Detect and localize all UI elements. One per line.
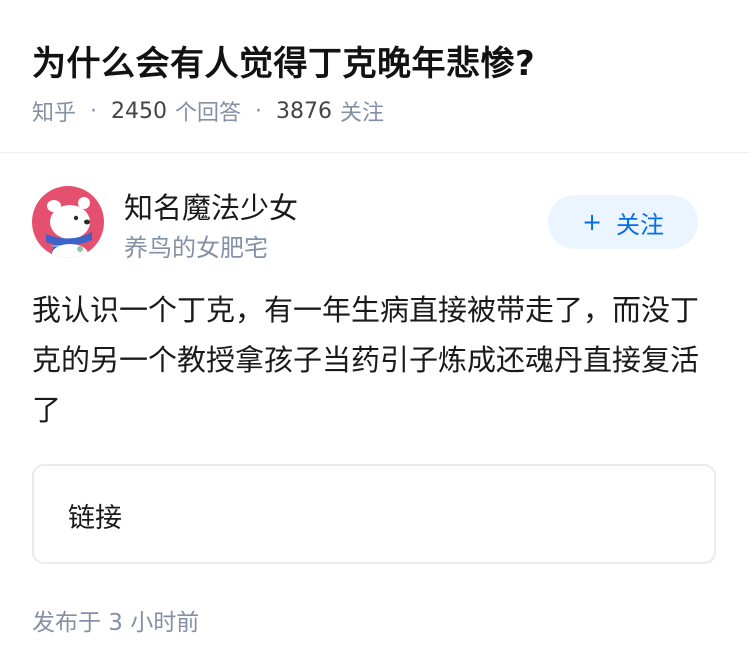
- answer-count-label[interactable]: 个回答: [175, 95, 241, 127]
- answer-text: 我认识一个丁克，有一年生病直接被带走了，而没丁克的另一个教授拿孩子当药引子炼成还…: [32, 293, 700, 427]
- cartoon-bear-avatar-icon: [32, 186, 104, 258]
- follow-count-label[interactable]: 关注: [340, 95, 384, 127]
- author-row: 知名魔法少女 养鸟的女肥宅 + 关注: [0, 152, 750, 272]
- separator-dot: ·: [255, 98, 263, 124]
- answer-count: 2450: [111, 98, 168, 124]
- question-header: 为什么会有人觉得丁克晚年悲惨? 知乎 · 2450 个回答 · 3876 关注: [0, 0, 750, 153]
- link-label: 链接: [68, 503, 122, 534]
- author-bio: 养鸟的女肥宅: [124, 234, 268, 262]
- author-name[interactable]: 知名魔法少女: [124, 185, 298, 227]
- follow-button[interactable]: + 关注: [548, 195, 698, 249]
- follow-count: 3876: [276, 98, 333, 124]
- publish-time: 发布于 3 小时前: [32, 610, 200, 636]
- question-meta: 知乎 · 2450 个回答 · 3876 关注: [32, 95, 384, 127]
- follow-button-label: 关注: [616, 210, 665, 239]
- separator-dot: ·: [90, 98, 98, 124]
- avatar[interactable]: [32, 186, 104, 258]
- link-card[interactable]: 链接: [32, 464, 716, 564]
- source-label[interactable]: 知乎: [32, 95, 76, 127]
- plus-icon: +: [581, 208, 603, 236]
- question-title[interactable]: 为什么会有人觉得丁克晚年悲惨?: [32, 36, 535, 85]
